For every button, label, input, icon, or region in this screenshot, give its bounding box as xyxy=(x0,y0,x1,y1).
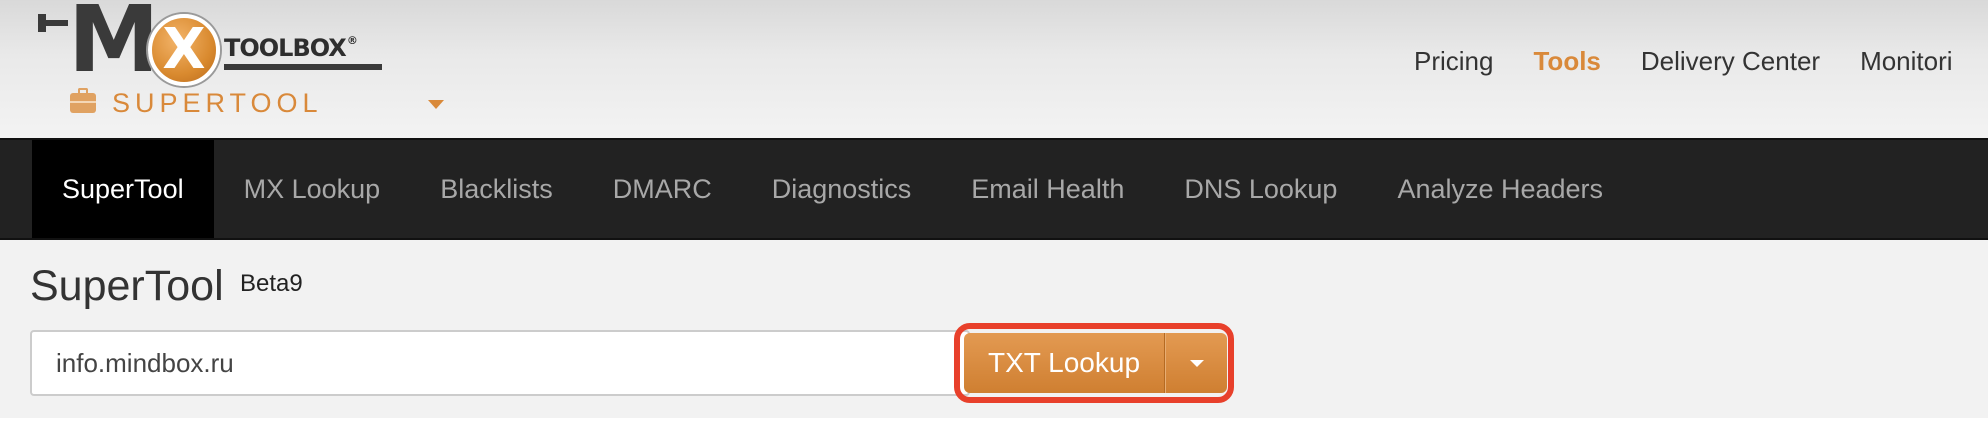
logo-wordmark-text: TOOLBOX xyxy=(224,34,347,62)
top-nav: Pricing Tools Delivery Center Monitori xyxy=(1414,46,1988,77)
txt-lookup-button[interactable]: TXT Lookup xyxy=(964,333,1166,393)
top-nav-pricing[interactable]: Pricing xyxy=(1414,46,1493,77)
caret-down-icon xyxy=(1189,359,1204,367)
brand-dropdown-caret-icon[interactable] xyxy=(428,100,444,109)
logo-underline xyxy=(224,64,382,70)
supertool-brand-label: SUPERTOOL xyxy=(112,87,323,118)
toolbox-icon xyxy=(70,88,96,113)
mxtoolbox-logo[interactable]: M X TOOLBOX® xyxy=(38,0,398,86)
nav-item-supertool[interactable]: SuperTool xyxy=(32,140,214,238)
top-nav-monitoring[interactable]: Monitori xyxy=(1860,46,1952,77)
domain-search-input[interactable] xyxy=(30,330,970,396)
nav-item-email-health[interactable]: Email Health xyxy=(941,140,1154,238)
site-header: M X TOOLBOX® SUPERTOOL Pricing Tools Del… xyxy=(0,0,1988,138)
version-badge: Beta9 xyxy=(240,270,303,297)
main-content: SuperTool Beta9 TXT Lookup xyxy=(0,240,1988,418)
top-nav-tools[interactable]: Tools xyxy=(1533,46,1600,77)
nav-item-blacklists[interactable]: Blacklists xyxy=(410,140,583,238)
nav-item-mx-lookup[interactable]: MX Lookup xyxy=(214,140,411,238)
nav-item-dmarc[interactable]: DMARC xyxy=(583,140,742,238)
nav-item-dns-lookup[interactable]: DNS Lookup xyxy=(1154,140,1367,238)
lookup-button-group: TXT Lookup xyxy=(964,333,1228,393)
tool-navbar: SuperTool MX Lookup Blacklists DMARC Dia… xyxy=(0,138,1988,240)
page: M X TOOLBOX® SUPERTOOL Pricing Tools Del… xyxy=(0,0,1988,436)
lookup-type-dropdown-button[interactable] xyxy=(1165,333,1228,393)
logo-x-badge: X xyxy=(148,14,220,86)
nav-item-diagnostics[interactable]: Diagnostics xyxy=(742,140,942,238)
logo-registered-mark: ® xyxy=(346,34,358,47)
nav-item-analyze-headers[interactable]: Analyze Headers xyxy=(1367,140,1633,238)
logo-wordmark: TOOLBOX® xyxy=(224,34,358,62)
top-nav-delivery-center[interactable]: Delivery Center xyxy=(1641,46,1820,77)
logo-stub xyxy=(38,20,68,26)
page-title: SuperTool xyxy=(30,262,224,310)
logo-x-letter: X xyxy=(162,17,206,82)
logo-m-letter: M xyxy=(68,0,160,93)
supertool-brand[interactable]: SUPERTOOL xyxy=(70,88,323,118)
tool-navbar-items: SuperTool MX Lookup Blacklists DMARC Dia… xyxy=(32,140,1633,238)
